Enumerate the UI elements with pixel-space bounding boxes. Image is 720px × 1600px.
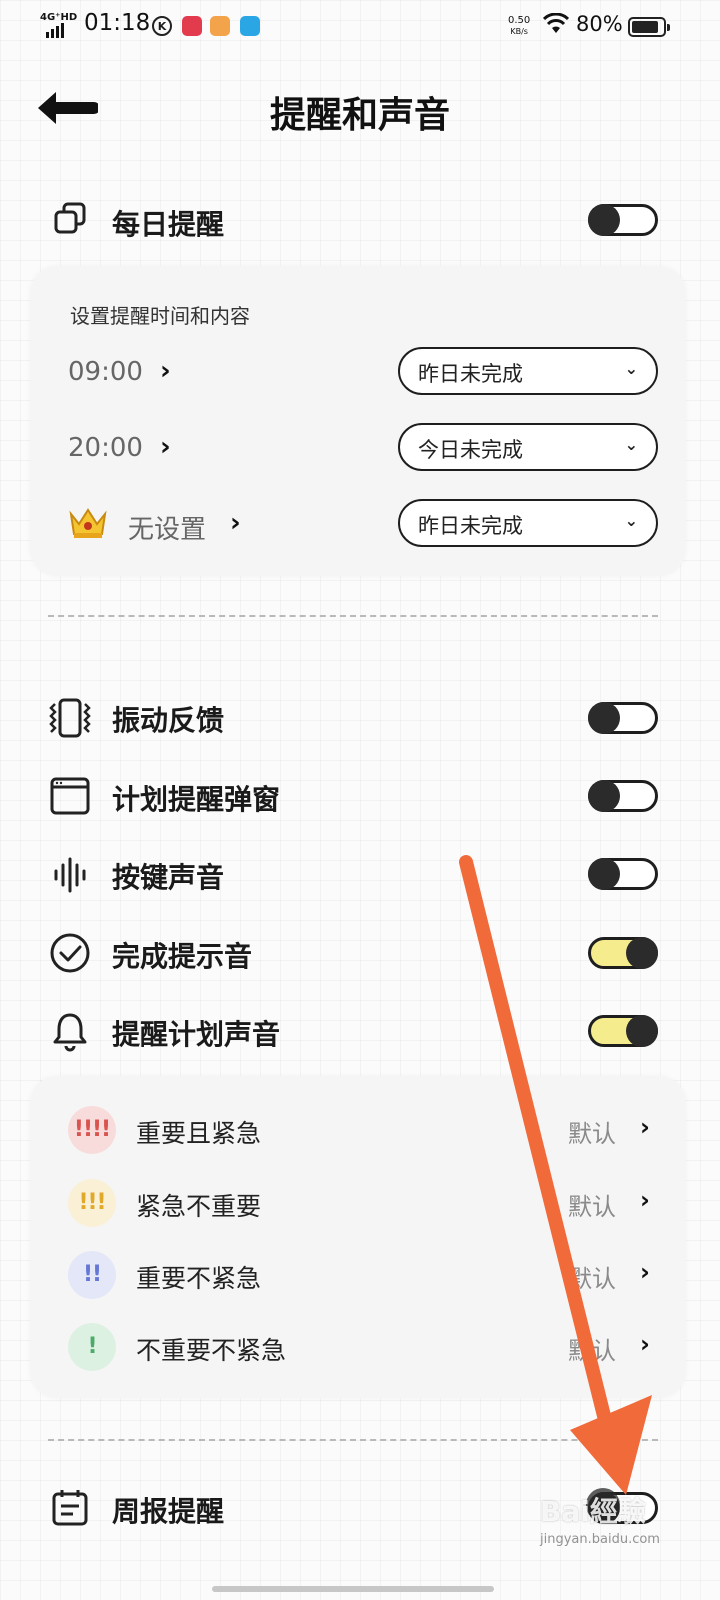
card-title: 设置提醒时间和内容	[70, 304, 250, 328]
chevron-right-icon[interactable]: ›	[160, 432, 171, 462]
notification-app-icon	[182, 16, 202, 36]
sound-wave-icon	[54, 857, 86, 893]
battery-percent: 80%	[576, 12, 623, 36]
crown-icon	[69, 508, 107, 538]
priority-badge: !!	[68, 1251, 116, 1299]
complete-sound-toggle[interactable]	[588, 937, 658, 969]
chevron-right-icon[interactable]: ›	[160, 356, 171, 386]
setting-label: 完成提示音	[112, 940, 253, 973]
network-type: 4G⁺HD	[40, 12, 78, 23]
network-speed: 0.50 KB/s	[508, 15, 531, 36]
chevron-down-icon: ⌄	[624, 359, 638, 378]
chevron-right-icon[interactable]: ›	[640, 1113, 650, 1141]
priority-label: 重要且紧急	[136, 1119, 262, 1148]
notification-app-icon	[210, 16, 230, 36]
home-indicator[interactable]	[212, 1586, 494, 1592]
reminder-time[interactable]: 无设置	[128, 509, 206, 546]
priority-sound-value[interactable]: 默认	[568, 1114, 616, 1149]
check-circle-icon	[50, 933, 90, 973]
copy-icon	[54, 202, 86, 234]
divider	[48, 615, 658, 617]
popup-window-icon	[50, 777, 90, 815]
priority-sound-value[interactable]: 默认	[568, 1331, 616, 1366]
page-title: 提醒和声音	[269, 94, 450, 136]
watermark-url: jingyan.baidu.com	[540, 1532, 660, 1547]
reminder-time[interactable]: 09:00	[68, 357, 143, 387]
setting-label: 提醒计划声音	[112, 1018, 281, 1051]
vibration-icon	[49, 698, 91, 738]
signal-icon: 4G⁺HD	[40, 12, 78, 38]
daily-reminder-toggle[interactable]	[588, 204, 658, 236]
wifi-icon	[543, 13, 569, 33]
chevron-right-icon[interactable]: ›	[230, 508, 241, 538]
chevron-down-icon: ⌄	[624, 435, 638, 454]
setting-label: 计划提醒弹窗	[112, 783, 281, 816]
reminder-content-select[interactable]: 今日未完成 ⌄	[398, 423, 658, 471]
setting-label: 按键声音	[112, 861, 225, 894]
chevron-right-icon[interactable]: ›	[640, 1330, 650, 1358]
plan-popup-toggle[interactable]	[588, 780, 658, 812]
bell-icon	[53, 1013, 87, 1052]
calendar-icon	[52, 1490, 88, 1526]
watermark: Bai經驗	[540, 1495, 646, 1528]
chevron-right-icon[interactable]: ›	[640, 1258, 650, 1286]
status-time: 01:18	[84, 10, 151, 36]
reminder-content-select[interactable]: 昨日未完成 ⌄	[398, 347, 658, 395]
reminder-content-select[interactable]: 昨日未完成 ⌄	[398, 499, 658, 547]
chevron-right-icon[interactable]: ›	[640, 1186, 650, 1214]
vibration-toggle[interactable]	[588, 702, 658, 734]
priority-label: 紧急不重要	[136, 1192, 262, 1221]
priority-label: 重要不紧急	[136, 1264, 262, 1293]
reminder-time[interactable]: 20:00	[68, 433, 143, 463]
weekly-report-label: 周报提醒	[112, 1495, 225, 1528]
priority-badge: !!!	[68, 1179, 116, 1227]
chevron-down-icon: ⌄	[624, 511, 638, 530]
divider	[48, 1439, 658, 1441]
setting-label: 振动反馈	[112, 704, 225, 737]
plan-sound-toggle[interactable]	[588, 1015, 658, 1047]
priority-label: 不重要不紧急	[136, 1336, 287, 1365]
priority-badge: !!!!	[68, 1106, 116, 1154]
key-sound-toggle[interactable]	[588, 858, 658, 890]
battery-icon	[628, 17, 670, 37]
priority-badge: !	[68, 1323, 116, 1371]
priority-sound-value[interactable]: 默认	[568, 1259, 616, 1294]
notification-app-icon	[240, 16, 260, 36]
priority-sound-value[interactable]: 默认	[568, 1187, 616, 1222]
daily-reminder-label: 每日提醒	[112, 208, 225, 241]
k-app-icon: K	[152, 16, 172, 36]
